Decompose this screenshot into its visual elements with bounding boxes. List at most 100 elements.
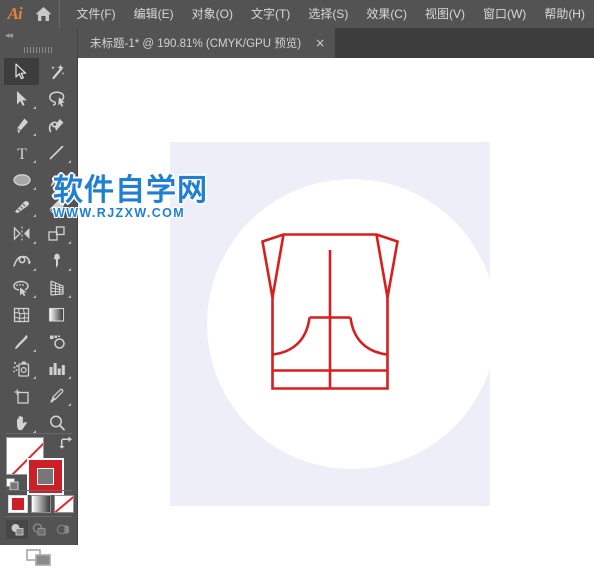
none-mode-button[interactable] [54, 495, 74, 513]
paintbrush-tool[interactable] [39, 166, 74, 193]
swap-fill-stroke-icon[interactable] [59, 435, 73, 449]
pen-tool[interactable] [4, 112, 39, 139]
tools-panel: ◂◂ T [0, 28, 78, 566]
type-tool[interactable]: T [4, 139, 39, 166]
tool-row [4, 85, 74, 112]
home-icon[interactable] [29, 0, 58, 28]
vest-shirt-outline[interactable] [170, 142, 490, 506]
canvas-area[interactable] [78, 58, 594, 545]
tool-row [4, 301, 74, 328]
gradient-tool[interactable] [39, 301, 74, 328]
ellipse-tool[interactable] [4, 166, 39, 193]
tool-flyout-indicator [33, 133, 36, 136]
tools-grid: T [4, 58, 74, 436]
tool-flyout-indicator [68, 403, 71, 406]
tools-panel-divider [6, 490, 72, 491]
artboard-tool[interactable] [4, 382, 39, 409]
draw-normal-button[interactable] [6, 520, 28, 539]
svg-text:T: T [17, 146, 27, 161]
menu-bar: Ai 文件(F) 编辑(E) 对象(O) 文字(T) 选择(S) 效果(C) 视… [0, 0, 594, 28]
gradient-mode-button[interactable] [31, 495, 51, 513]
eraser-tool[interactable] [39, 193, 74, 220]
tool-flyout-indicator [33, 160, 36, 163]
stroke-swatch-inner [37, 468, 54, 485]
tool-flyout-indicator [33, 241, 36, 244]
menu-items: 文件(F) 编辑(E) 对象(O) 文字(T) 选择(S) 效果(C) 视图(V… [59, 0, 594, 28]
scale-tool[interactable] [39, 220, 74, 247]
menu-select[interactable]: 选择(S) [299, 0, 357, 28]
menu-type[interactable]: 文字(T) [242, 0, 299, 28]
tool-flyout-indicator [68, 160, 71, 163]
illustrator-window: Ai 文件(F) 编辑(E) 对象(O) 文字(T) 选择(S) 效果(C) 视… [0, 0, 594, 566]
free-transform-tool[interactable] [39, 247, 74, 274]
tool-row [4, 193, 74, 220]
menu-view[interactable]: 视图(V) [416, 0, 474, 28]
tool-row: T [4, 139, 74, 166]
tool-row [4, 382, 74, 409]
draw-mode-bar [6, 520, 72, 539]
document-tab-bar: 未标题-1* @ 190.81% (CMYK/GPU 预览) × [78, 28, 594, 58]
menu-effect[interactable]: 效果(C) [357, 0, 416, 28]
tool-flyout-indicator [68, 295, 71, 298]
slice-tool[interactable] [39, 382, 74, 409]
tool-flyout-indicator [33, 268, 36, 271]
tool-flyout-indicator [33, 349, 36, 352]
magic-wand-tool[interactable] [39, 58, 74, 85]
tool-flyout-indicator [68, 241, 71, 244]
draw-inside-button[interactable] [50, 520, 72, 539]
tool-row [4, 328, 74, 355]
tool-flyout-indicator [68, 214, 71, 217]
tool-row [4, 355, 74, 382]
tool-flyout-indicator [33, 214, 36, 217]
mesh-tool[interactable] [4, 301, 39, 328]
artboard [170, 142, 497, 506]
tool-flyout-indicator [33, 106, 36, 109]
lasso-tool[interactable] [39, 85, 74, 112]
tool-flyout-indicator [33, 187, 36, 190]
tool-row [4, 58, 74, 85]
grip-dots-icon [24, 47, 54, 53]
hand-tool[interactable] [4, 409, 39, 436]
eyedropper-tool[interactable] [4, 328, 39, 355]
rotate-reflect-tool[interactable] [4, 220, 39, 247]
tool-flyout-indicator [33, 295, 36, 298]
tool-row [4, 247, 74, 274]
selection-tool[interactable] [4, 58, 39, 85]
tool-flyout-indicator [68, 187, 71, 190]
paint-mode-bar [8, 495, 74, 513]
tool-flyout-indicator [68, 268, 71, 271]
tool-row [4, 112, 74, 139]
blend-tool[interactable] [39, 328, 74, 355]
blob-brush-tool[interactable] [4, 193, 39, 220]
perspective-grid-tool[interactable] [39, 274, 74, 301]
document-tab[interactable]: 未标题-1* @ 190.81% (CMYK/GPU 预览) × [78, 28, 336, 58]
draw-behind-button[interactable] [28, 520, 50, 539]
collapse-panel-icon[interactable]: ◂◂ [5, 30, 13, 41]
tools-panel-divider [6, 433, 72, 434]
menu-edit[interactable]: 编辑(E) [125, 0, 183, 28]
column-graph-tool[interactable] [39, 355, 74, 382]
symbol-sprayer-tool[interactable] [4, 355, 39, 382]
fill-stroke-controls [6, 435, 73, 495]
menu-object[interactable]: 对象(O) [183, 0, 242, 28]
document-tab-title: 未标题-1* @ 190.81% (CMYK/GPU 预览) [90, 38, 302, 50]
curvature-tool[interactable] [39, 112, 74, 139]
tool-row [4, 166, 74, 193]
app-logo: Ai [7, 4, 23, 23]
width-warp-tool[interactable] [4, 247, 39, 274]
color-mode-button[interactable] [8, 495, 28, 513]
change-screen-mode-button[interactable] [0, 544, 78, 570]
shape-builder-tool[interactable] [4, 274, 39, 301]
direct-selection-tool[interactable] [4, 85, 39, 112]
menu-file[interactable]: 文件(F) [67, 0, 124, 28]
tool-flyout-indicator [68, 376, 71, 379]
menu-help[interactable]: 帮助(H) [535, 0, 594, 28]
line-segment-tool[interactable] [39, 139, 74, 166]
tools-panel-grip[interactable] [0, 43, 78, 57]
close-icon[interactable]: × [315, 37, 325, 49]
tools-panel-header: ◂◂ [0, 28, 78, 43]
zoom-tool[interactable] [39, 409, 74, 436]
tools-panel-edge [77, 28, 78, 545]
menu-window[interactable]: 窗口(W) [474, 0, 535, 28]
tool-row [4, 274, 74, 301]
